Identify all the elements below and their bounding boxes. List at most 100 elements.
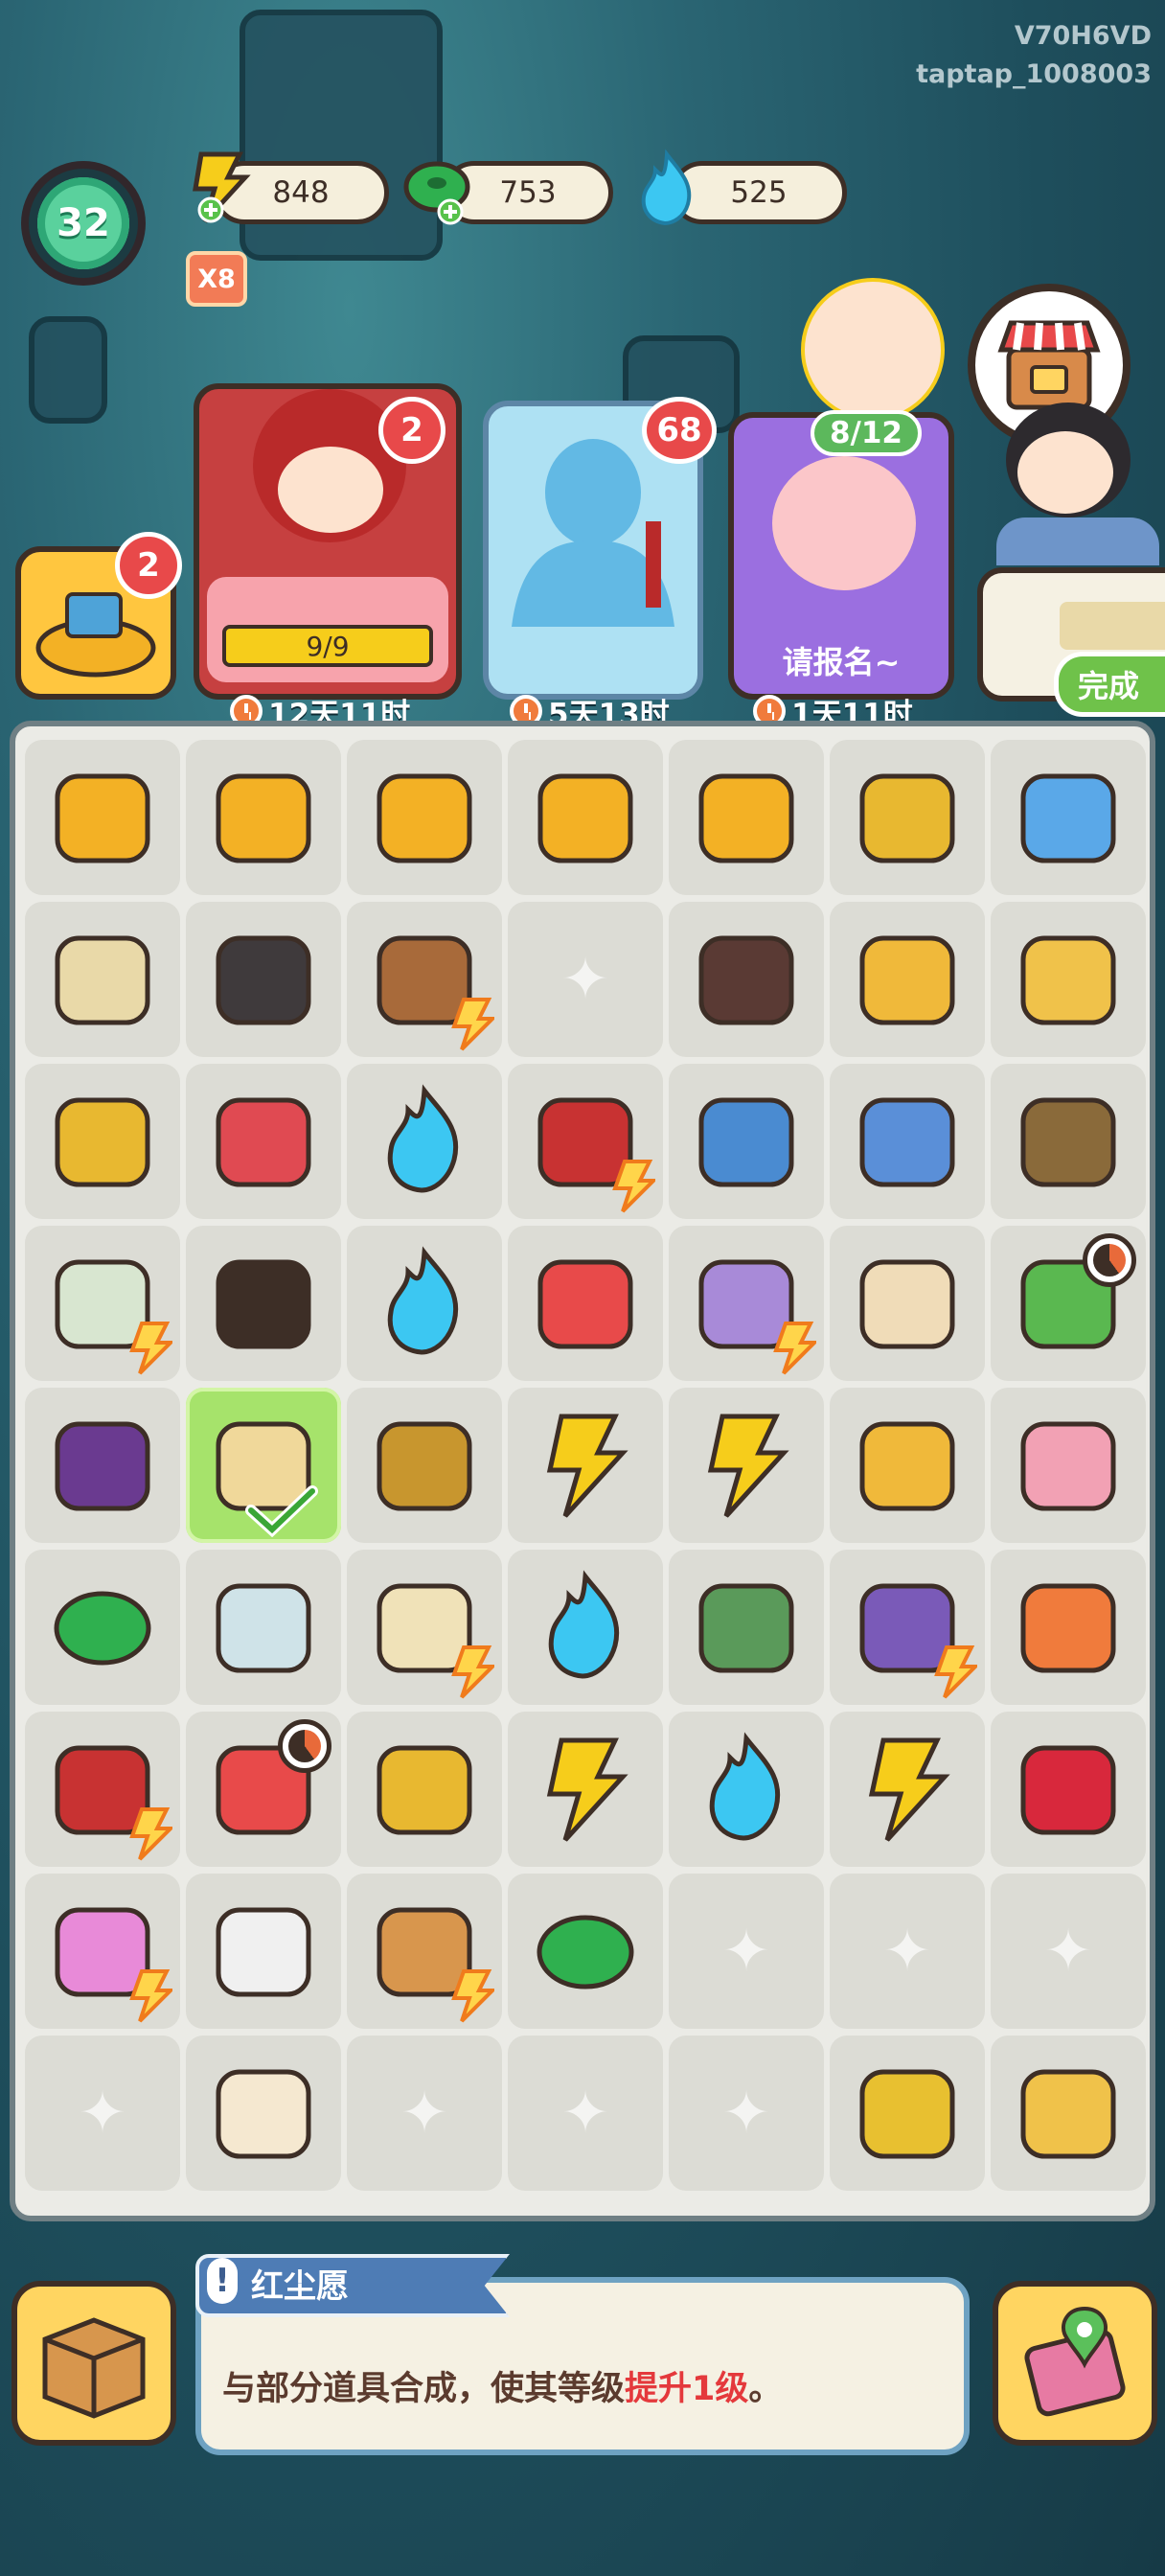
grapes-icon xyxy=(55,1421,150,1511)
jade-coin-icon xyxy=(54,1591,151,1666)
board-cell[interactable] xyxy=(347,1064,502,1219)
item-description: 与部分道具合成，使其等级提升1级。 xyxy=(222,2370,783,2408)
watermark-id: V70H6VD xyxy=(1014,21,1152,51)
jade-coin-icon xyxy=(403,161,470,225)
landscape-scroll-icon xyxy=(216,1583,311,1673)
empty-board-cell[interactable]: ✦ xyxy=(508,2036,663,2191)
map-phone-icon xyxy=(1024,2306,1126,2417)
board-cell[interactable] xyxy=(830,2036,985,2191)
level-badge[interactable]: 32 xyxy=(21,161,146,286)
board-cell[interactable] xyxy=(186,1388,341,1543)
multiplier-badge[interactable]: X8 xyxy=(186,251,247,307)
blue-scepter-icon xyxy=(859,1097,955,1187)
board-cell[interactable] xyxy=(508,1064,663,1219)
board-cell[interactable] xyxy=(991,1712,1146,1867)
board-cell[interactable] xyxy=(508,740,663,895)
golden-crown-icon xyxy=(859,1421,955,1511)
board-cell[interactable] xyxy=(991,1388,1146,1543)
empty-board-cell[interactable]: ✦ xyxy=(25,2036,180,2191)
empty-board-cell[interactable]: ✦ xyxy=(669,1874,824,2029)
npc-girl[interactable] xyxy=(977,383,1165,565)
board-cell[interactable] xyxy=(830,1550,985,1705)
empty-board-cell[interactable]: ✦ xyxy=(669,2036,824,2191)
empty-board-cell[interactable]: ✦ xyxy=(508,902,663,1057)
red-shoes-icon xyxy=(537,1259,633,1349)
paper-plane-icon xyxy=(859,1259,955,1349)
level-value: 32 xyxy=(37,177,129,269)
board-cell[interactable] xyxy=(991,1064,1146,1219)
board-cell[interactable] xyxy=(25,1874,180,2029)
board-cell[interactable] xyxy=(25,740,180,895)
board-cell[interactable] xyxy=(669,1550,824,1705)
quest-complete-button[interactable]: 完成 xyxy=(1054,652,1165,717)
sparkle-placeholder-icon: ✦ xyxy=(882,1918,932,1985)
board-cell[interactable] xyxy=(669,1226,824,1381)
storage-box-icon xyxy=(42,2317,146,2419)
board-cell[interactable] xyxy=(25,1226,180,1381)
red-envelope-icon xyxy=(216,1097,311,1187)
board-cell[interactable] xyxy=(186,2036,341,2191)
board-cell[interactable] xyxy=(186,1226,341,1381)
board-cell[interactable] xyxy=(830,740,985,895)
board-cell[interactable] xyxy=(991,2036,1146,2191)
board-cell[interactable] xyxy=(830,902,985,1057)
item-title: 红尘愿 xyxy=(251,2267,349,2306)
empty-board-cell[interactable]: ✦ xyxy=(830,1874,985,2029)
board-cell[interactable] xyxy=(25,1388,180,1543)
board-cell[interactable] xyxy=(669,902,824,1057)
empty-board-cell[interactable]: ✦ xyxy=(991,1874,1146,2029)
board-cell[interactable] xyxy=(186,1712,341,1867)
board-cell[interactable] xyxy=(508,1550,663,1705)
board-cell[interactable] xyxy=(347,1712,502,1867)
sparkle-placeholder-icon: ✦ xyxy=(560,946,610,1013)
board-cell[interactable] xyxy=(186,740,341,895)
board-cell[interactable] xyxy=(508,1712,663,1867)
board-cell[interactable] xyxy=(830,1064,985,1219)
paint-tube-icon xyxy=(216,1907,311,1997)
board-cell[interactable] xyxy=(991,1550,1146,1705)
honeycomb-icon xyxy=(1020,2069,1116,2159)
board-cell[interactable] xyxy=(25,1550,180,1705)
board-cell[interactable] xyxy=(669,740,824,895)
board-cell[interactable] xyxy=(25,902,180,1057)
board-cell[interactable] xyxy=(186,1550,341,1705)
lotus-icon xyxy=(1020,1421,1116,1511)
board-cell[interactable] xyxy=(186,1064,341,1219)
storage-button[interactable] xyxy=(11,2281,176,2446)
black-shoes-icon xyxy=(216,1259,311,1349)
board-cell[interactable] xyxy=(347,1874,502,2029)
board-cell[interactable] xyxy=(669,1388,824,1543)
board-cell[interactable] xyxy=(830,1226,985,1381)
board-cell[interactable] xyxy=(991,1226,1146,1381)
empty-board-cell[interactable]: ✦ xyxy=(347,2036,502,2191)
board-cell[interactable] xyxy=(347,1388,502,1543)
board-cell[interactable] xyxy=(347,902,502,1057)
energy-bolt-icon xyxy=(773,1322,816,1375)
quest-scroll-icon xyxy=(1060,602,1165,650)
board-cell[interactable] xyxy=(991,740,1146,895)
bride-order-badge: 2 xyxy=(378,397,445,464)
info-icon: ! xyxy=(207,2258,238,2304)
board-cell[interactable] xyxy=(186,902,341,1057)
board-cell[interactable] xyxy=(347,1226,502,1381)
lightning-icon xyxy=(546,1737,628,1842)
sparkle-placeholder-icon: ✦ xyxy=(400,2080,449,2147)
board-cell[interactable] xyxy=(25,1712,180,1867)
board-cell[interactable] xyxy=(508,1874,663,2029)
board-cell[interactable] xyxy=(347,740,502,895)
map-button[interactable] xyxy=(993,2281,1157,2446)
board-cell[interactable] xyxy=(669,1064,824,1219)
board-cell[interactable] xyxy=(508,1226,663,1381)
board-cell[interactable] xyxy=(669,1712,824,1867)
board-cell[interactable] xyxy=(830,1388,985,1543)
board-cell[interactable] xyxy=(991,902,1146,1057)
board-cell[interactable] xyxy=(347,1550,502,1705)
npc-boy-portrait xyxy=(772,456,916,590)
jade-hairpin-icon xyxy=(698,1097,794,1187)
scroll-icon xyxy=(55,935,150,1025)
board-cell[interactable] xyxy=(186,1874,341,2029)
treasure-bowl-icon xyxy=(216,773,311,863)
board-cell[interactable] xyxy=(508,1388,663,1543)
board-cell[interactable] xyxy=(25,1064,180,1219)
board-cell[interactable] xyxy=(830,1712,985,1867)
